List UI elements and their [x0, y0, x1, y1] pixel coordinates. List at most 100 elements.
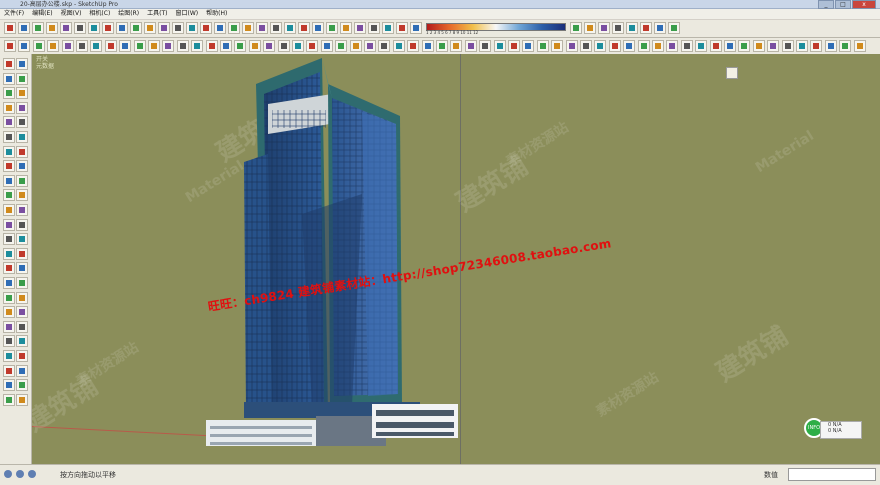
toolbar-tool-icon[interactable]: [598, 22, 610, 34]
toolbar-tool-icon[interactable]: [709, 40, 722, 52]
toolbar-tool-icon[interactable]: [186, 22, 198, 34]
palette-tool-icon[interactable]: [16, 116, 28, 129]
palette-tool-icon[interactable]: [16, 174, 28, 187]
palette-tool-icon[interactable]: [3, 320, 15, 333]
toolbar-tool-icon[interactable]: [436, 40, 448, 52]
toolbar-tool-icon[interactable]: [640, 22, 652, 34]
toolbar-tool-icon[interactable]: [354, 22, 366, 34]
toolbar-tool-icon[interactable]: [191, 40, 204, 52]
toolbar-tool-icon[interactable]: [320, 40, 333, 52]
toolbar-tool-icon[interactable]: [396, 22, 408, 34]
toolbar-tool-icon[interactable]: [666, 40, 679, 52]
palette-tool-icon[interactable]: [3, 364, 15, 377]
navigation-widget[interactable]: INFO 0 N/A 0 N/A: [804, 418, 862, 440]
toolbar-tool-icon[interactable]: [228, 22, 240, 34]
palette-tool-icon[interactable]: [3, 131, 15, 143]
toolbar-tool-icon[interactable]: [382, 22, 394, 34]
toolbar-tool-icon[interactable]: [680, 40, 693, 52]
toolbar-tool-icon[interactable]: [407, 40, 420, 52]
palette-tool-icon[interactable]: [3, 350, 15, 362]
menu-window[interactable]: 窗口(W): [176, 9, 199, 19]
toolbar-tool-icon[interactable]: [205, 40, 218, 52]
toolbar-tool-icon[interactable]: [326, 22, 338, 34]
toolbar-tool-icon[interactable]: [551, 40, 564, 52]
palette-tool-icon[interactable]: [16, 72, 28, 85]
palette-tool-icon[interactable]: [3, 218, 15, 231]
toolbar-tool-icon[interactable]: [270, 22, 282, 34]
palette-tool-icon[interactable]: [16, 379, 28, 392]
palette-tool-icon[interactable]: [16, 277, 28, 289]
toolbar-tool-icon[interactable]: [450, 40, 463, 52]
palette-tool-icon[interactable]: [16, 393, 28, 406]
toolbar-tool-icon[interactable]: [104, 40, 117, 52]
toolbar-tool-icon[interactable]: [242, 22, 254, 34]
palette-tool-icon[interactable]: [16, 58, 28, 70]
help-icon[interactable]: [28, 470, 36, 478]
toolbar-tool-icon[interactable]: [263, 40, 276, 52]
palette-tool-icon[interactable]: [16, 189, 28, 202]
palette-tool-icon[interactable]: [3, 160, 15, 173]
toolbar-tool-icon[interactable]: [612, 22, 624, 34]
toolbar-tool-icon[interactable]: [637, 40, 650, 52]
palette-tool-icon[interactable]: [16, 320, 28, 333]
toolbar-tool-icon[interactable]: [133, 40, 146, 52]
toolbar-tool-icon[interactable]: [200, 22, 212, 34]
toolbar-tool-icon[interactable]: [464, 40, 477, 52]
palette-tool-icon[interactable]: [3, 87, 15, 100]
palette-tool-icon[interactable]: [16, 101, 28, 114]
toolbar-tool-icon[interactable]: [148, 40, 160, 52]
toolbar-tool-icon[interactable]: [410, 22, 422, 34]
toolbar-tool-icon[interactable]: [340, 22, 352, 34]
toolbar-tool-icon[interactable]: [74, 22, 86, 34]
minimize-button[interactable]: _: [818, 0, 834, 9]
toolbar-tool-icon[interactable]: [119, 40, 132, 52]
palette-tool-icon[interactable]: [16, 87, 28, 100]
toolbar-tool-icon[interactable]: [61, 40, 74, 52]
palette-tool-icon[interactable]: [16, 160, 28, 173]
toolbar-tool-icon[interactable]: [220, 40, 232, 52]
palette-tool-icon[interactable]: [3, 262, 15, 275]
maximize-button[interactable]: □: [835, 0, 851, 9]
toolbar-tool-icon[interactable]: [116, 22, 128, 34]
toolbar-tool-icon[interactable]: [172, 22, 184, 34]
palette-tool-icon[interactable]: [3, 174, 15, 187]
palette-tool-icon[interactable]: [3, 379, 15, 392]
palette-tool-icon[interactable]: [16, 364, 28, 377]
palette-tool-icon[interactable]: [3, 335, 15, 348]
palette-tool-icon[interactable]: [16, 233, 28, 246]
menu-tools[interactable]: 工具(T): [147, 9, 167, 19]
palette-tool-icon[interactable]: [3, 58, 15, 70]
toolbar-tool-icon[interactable]: [810, 40, 823, 52]
palette-tool-icon[interactable]: [3, 291, 15, 304]
menu-edit[interactable]: 编辑(E): [32, 9, 52, 19]
toolbar-tool-icon[interactable]: [421, 40, 434, 52]
toolbar-tool-icon[interactable]: [594, 40, 607, 52]
toolbar-tool-icon[interactable]: [522, 40, 535, 52]
toolbar-tool-icon[interactable]: [853, 40, 866, 52]
menu-camera[interactable]: 相机(C): [89, 9, 110, 19]
toolbar-tool-icon[interactable]: [90, 40, 103, 52]
toolbar-tool-icon[interactable]: [752, 40, 765, 52]
toolbar-tool-icon[interactable]: [47, 40, 60, 52]
palette-tool-icon[interactable]: [3, 233, 15, 246]
toolbar-tool-icon[interactable]: [580, 40, 592, 52]
toolbar-tool-icon[interactable]: [378, 40, 391, 52]
toolbar-tool-icon[interactable]: [839, 40, 852, 52]
menu-help[interactable]: 帮助(H): [206, 9, 227, 19]
palette-tool-icon[interactable]: [16, 247, 28, 260]
palette-tool-icon[interactable]: [16, 145, 28, 158]
toolbar-tool-icon[interactable]: [214, 22, 226, 34]
toolbar-tool-icon[interactable]: [623, 40, 636, 52]
toolbar-tool-icon[interactable]: [4, 22, 16, 34]
toolbar-tool-icon[interactable]: [652, 40, 664, 52]
palette-tool-icon[interactable]: [16, 306, 28, 319]
toolbar-tool-icon[interactable]: [536, 40, 549, 52]
toolbar-tool-icon[interactable]: [76, 40, 88, 52]
palette-tool-icon[interactable]: [3, 145, 15, 158]
toolbar-tool-icon[interactable]: [335, 40, 348, 52]
toolbar-tool-icon[interactable]: [88, 22, 100, 34]
model-viewport[interactable]: 开关 元数据 建筑铺 素材资源站 建筑铺 Material 建筑铺 素材资源站 …: [32, 54, 880, 464]
toolbar-tool-icon[interactable]: [668, 22, 680, 34]
toolbar-tool-icon[interactable]: [256, 22, 268, 34]
toolbar-tool-icon[interactable]: [144, 22, 156, 34]
